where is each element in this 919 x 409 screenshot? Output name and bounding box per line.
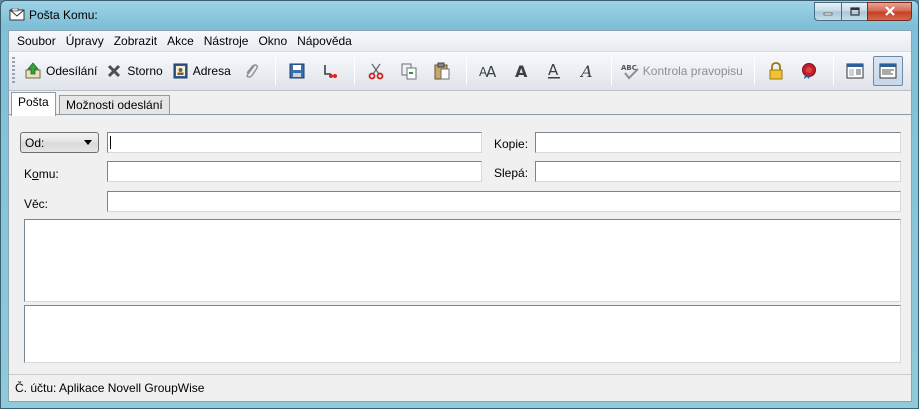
status-bar: Č. účtu: Aplikace Novell GroupWise xyxy=(9,374,911,401)
underline-icon: A xyxy=(545,62,563,80)
window-title: Pošta Komu: xyxy=(29,8,98,22)
message-body-area[interactable] xyxy=(24,219,901,302)
compose-window: Pošta Komu: Soubor Úpravy Zobrazit Akce … xyxy=(0,0,919,409)
menu-soubor[interactable]: Soubor xyxy=(12,31,61,51)
paperclip-icon xyxy=(242,62,260,80)
bold-icon: A xyxy=(512,62,530,80)
address-label: Adresa xyxy=(192,64,231,78)
svg-text:ABC: ABC xyxy=(621,64,637,72)
mail-envelope-icon xyxy=(9,7,25,22)
text-caret xyxy=(110,136,111,149)
bold-button[interactable]: A xyxy=(506,56,536,86)
bcc-label: Slepá: xyxy=(494,166,529,180)
svg-text:A: A xyxy=(579,62,593,80)
font-size-icon: AA xyxy=(479,62,497,80)
clipboard-icon xyxy=(433,62,451,80)
scissors-icon xyxy=(367,62,385,80)
subject-label: Věc: xyxy=(24,197,49,211)
cancel-button[interactable]: Storno xyxy=(102,56,165,86)
client-area: Soubor Úpravy Zobrazit Akce Nástroje Okn… xyxy=(8,30,912,402)
send-button[interactable]: Odesílání xyxy=(21,56,100,86)
font-size-button[interactable]: AA xyxy=(473,56,503,86)
account-status-text: Č. účtu: Aplikace Novell GroupWise xyxy=(15,381,205,395)
chevron-down-icon xyxy=(84,140,92,145)
attach-button[interactable] xyxy=(236,56,266,86)
cc-field[interactable] xyxy=(535,132,901,153)
copy-button[interactable] xyxy=(394,56,424,86)
toolbar-separator xyxy=(832,57,834,85)
cancel-label: Storno xyxy=(127,64,163,78)
underline-button[interactable]: A xyxy=(539,56,569,86)
send-icon xyxy=(24,62,42,80)
copy-icon xyxy=(400,62,418,80)
toolbar-separator xyxy=(353,57,355,85)
menu-zobrazit[interactable]: Zobrazit xyxy=(109,31,162,51)
tab-strip: Pošta Možnosti odeslání xyxy=(9,92,911,116)
menu-upravy[interactable]: Úpravy xyxy=(61,31,109,51)
tab-send-options[interactable]: Možnosti odeslání xyxy=(59,95,170,115)
spell-check-icon: ABC xyxy=(621,62,639,80)
menu-okno[interactable]: Okno xyxy=(253,31,292,51)
view-options-button[interactable] xyxy=(840,56,870,86)
toolbar-separator xyxy=(753,57,755,85)
secure-button[interactable] xyxy=(761,56,791,86)
svg-text:A: A xyxy=(486,63,497,80)
save-button[interactable] xyxy=(282,56,312,86)
bcc-field[interactable] xyxy=(535,161,901,182)
toolbar-separator xyxy=(274,57,276,85)
form-view-icon xyxy=(879,62,897,80)
toolbar-separator xyxy=(610,57,612,85)
close-button[interactable] xyxy=(867,2,912,21)
floppy-disk-icon xyxy=(288,62,306,80)
maximize-button[interactable] xyxy=(841,2,867,21)
to-label: Komu: xyxy=(24,167,59,181)
font-color-icon xyxy=(321,62,339,80)
sign-button[interactable] xyxy=(794,56,824,86)
from-dropdown-value: Od: xyxy=(25,135,45,150)
menu-napoveda[interactable]: Nápověda xyxy=(292,31,357,51)
tab-posta[interactable]: Pošta xyxy=(11,92,56,116)
mail-panel: Od: Kopie: Komu: Slepá: Věc: xyxy=(9,114,911,371)
svg-text:A: A xyxy=(548,62,559,79)
italic-button[interactable]: A xyxy=(572,56,602,86)
to-field[interactable] xyxy=(107,161,482,182)
lock-icon xyxy=(767,62,785,80)
wax-seal-icon xyxy=(800,62,818,80)
cancel-x-icon xyxy=(105,62,123,80)
send-label: Odesílání xyxy=(46,64,98,78)
svg-text:A: A xyxy=(515,62,528,80)
toolbar-grip[interactable] xyxy=(12,57,15,85)
message-secondary-area[interactable] xyxy=(24,305,901,363)
paste-button[interactable] xyxy=(427,56,457,86)
spell-options-button[interactable] xyxy=(315,56,345,86)
title-bar[interactable]: Pošta Komu: xyxy=(1,1,918,29)
subject-field[interactable] xyxy=(107,191,901,212)
menu-bar: Soubor Úpravy Zobrazit Akce Nástroje Okn… xyxy=(9,31,911,51)
italic-icon: A xyxy=(578,62,596,80)
address-book-icon xyxy=(171,62,189,80)
close-icon xyxy=(884,5,896,19)
minimize-icon xyxy=(823,5,833,19)
maximize-icon xyxy=(849,5,860,19)
minimize-button[interactable] xyxy=(814,2,841,21)
from-dropdown[interactable]: Od: xyxy=(20,132,99,153)
window-layout-icon xyxy=(846,62,864,80)
show-fields-button[interactable] xyxy=(872,56,903,86)
cc-label: Kopie: xyxy=(494,137,529,151)
from-field[interactable] xyxy=(107,132,482,153)
menu-nastroje[interactable]: Nástroje xyxy=(199,31,254,51)
toolbar-separator xyxy=(465,57,467,85)
toolbar: Odesílání Storno Adresa A A A A A ABC Ko… xyxy=(9,51,911,91)
spell-check-label: Kontrola pravopisu xyxy=(642,64,743,78)
menu-akce[interactable]: Akce xyxy=(162,31,199,51)
cut-button[interactable] xyxy=(361,56,391,86)
spell-check-button[interactable]: ABC Kontrola pravopisu xyxy=(618,56,746,86)
address-button[interactable]: Adresa xyxy=(168,56,234,86)
